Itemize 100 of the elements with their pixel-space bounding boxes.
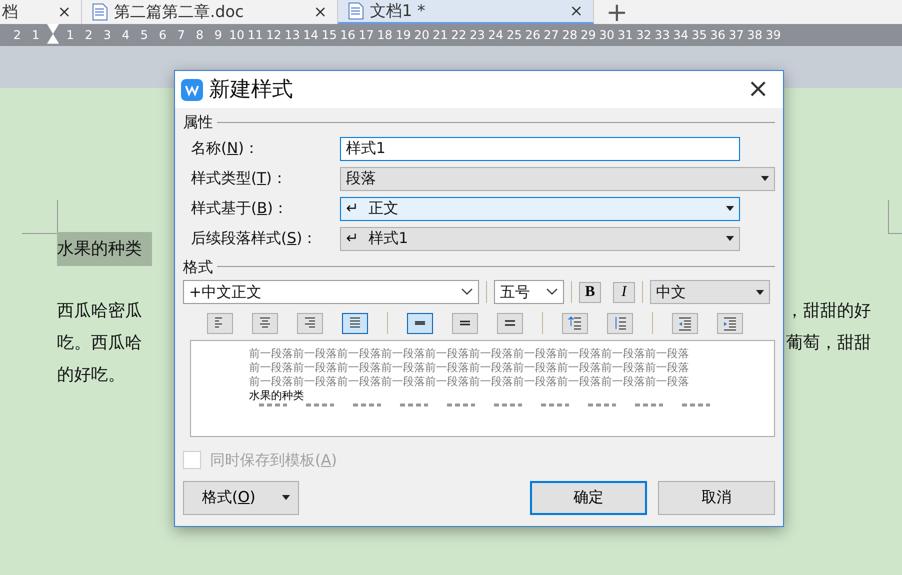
ruler-number: 32 — [635, 27, 652, 44]
indent-decrease-button[interactable] — [672, 312, 698, 334]
ruler-number: 3 — [102, 27, 112, 44]
ruler-number: 23 — [468, 27, 486, 44]
section-heading: 属性 — [183, 112, 213, 133]
align-center-button[interactable] — [252, 312, 278, 334]
ruler-number: 1 — [30, 27, 41, 44]
ruler-number: 37 — [728, 27, 745, 44]
indent-icon — [677, 315, 693, 331]
paragraph-text: ，甜甜的好 — [786, 300, 871, 323]
paragraph-text: 吃。西瓜哈 — [57, 332, 142, 355]
align-left-button[interactable] — [207, 312, 233, 334]
font-dropdown[interactable]: +中文正文 — [183, 280, 479, 304]
spacing-double-button[interactable] — [497, 312, 523, 334]
section-heading: 格式 — [183, 256, 213, 278]
field-label: 名称(N)： — [191, 138, 260, 160]
space-increase-button[interactable] — [562, 312, 588, 334]
align-right-button[interactable] — [297, 312, 323, 334]
ruler-number: 14 — [302, 27, 320, 44]
ruler-number: 19 — [394, 27, 412, 44]
ruler-number: 25 — [506, 27, 523, 44]
document-icon — [92, 3, 108, 21]
field-value: 样式1 — [346, 138, 386, 160]
new-tab-button[interactable]: + — [606, 2, 628, 24]
ruler-number: 4 — [120, 27, 131, 44]
cancel-button[interactable]: 取消 — [658, 480, 775, 514]
ruler-number: 10 — [228, 27, 246, 44]
field-value: +中文正文 — [189, 282, 262, 303]
ruler-number: 2 — [84, 27, 94, 44]
chevron-icon — [461, 288, 473, 296]
caret-icon — [756, 290, 764, 294]
ruler-number: 35 — [690, 27, 708, 44]
tab-label: 第二篇第二章.doc — [114, 2, 244, 22]
ruler-number: 11 — [246, 27, 264, 44]
ruler-number: 39 — [764, 27, 782, 44]
ruler-number: 36 — [709, 27, 726, 44]
ruler-number: 20 — [413, 27, 430, 44]
ruler-number: 30 — [598, 27, 616, 44]
document-tab[interactable]: 文档1 * × — [338, 0, 594, 24]
input-field[interactable]: 样式1 — [340, 136, 740, 160]
field-value: 五号 — [500, 282, 530, 303]
ruler-number: 22 — [450, 27, 468, 44]
ruler-number: 21 — [432, 27, 449, 44]
preview-text: 前一段落前一段落前一段落前一段落前一段落前一段落前一段落前一段落前一段落前一段落 — [249, 375, 690, 389]
preview-text: 前一段落前一段落前一段落前一段落前一段落前一段落前一段落前一段落前一段落前一段落 — [249, 361, 690, 375]
tab-label: 档 — [2, 2, 18, 22]
ruler-number: 16 — [339, 27, 356, 44]
italic-button[interactable]: I — [613, 282, 635, 302]
ruler-number: 8 — [194, 27, 205, 44]
dropdown[interactable]: ↵ 正文 — [340, 196, 740, 220]
caret-icon — [726, 236, 734, 241]
script-dropdown[interactable]: 中文 — [650, 280, 770, 304]
field-label: 后续段落样式(S)： — [191, 228, 318, 250]
ruler-number: 24 — [487, 27, 504, 44]
dropdown[interactable]: ↵ 样式1 — [340, 226, 740, 250]
field-value: 样式1 — [368, 228, 408, 250]
field-value: 正文 — [368, 198, 399, 220]
bold-button[interactable]: B — [579, 282, 601, 302]
caret-icon — [726, 206, 734, 211]
paragraph-text: 葡萄，甜甜 — [786, 332, 871, 355]
ruler-number: 31 — [616, 27, 634, 44]
ruler-number: 18 — [376, 27, 394, 44]
format-menu-button[interactable]: 格式(O) — [183, 480, 299, 514]
preview-sample: 水果的种类 — [249, 389, 305, 403]
caret-icon — [282, 495, 290, 500]
indent-increase-button[interactable] — [717, 312, 743, 334]
ok-button[interactable]: 确定 — [530, 480, 647, 514]
dropdown[interactable]: 段落 — [340, 166, 775, 190]
return-mark: ↵ — [346, 198, 359, 220]
ruler-number: 26 — [524, 27, 542, 44]
ruler-number: 12 — [265, 27, 282, 44]
space-decrease-button[interactable] — [607, 312, 633, 334]
field-value: 中文 — [656, 282, 686, 303]
ruler-number: 2 — [12, 27, 22, 44]
document-heading: 水果的种类 — [57, 232, 152, 266]
field-label: 样式类型(T)： — [191, 168, 288, 190]
paragraph-text: 西瓜哈密瓜 — [57, 300, 142, 323]
ruler-number: 1 — [65, 27, 76, 44]
checkbox-label: 同时保存到模板(A) — [210, 450, 337, 471]
ruler-number: 15 — [320, 27, 338, 44]
spacing-single-button[interactable] — [407, 312, 433, 334]
size-dropdown[interactable]: 五号 — [494, 280, 564, 304]
ruler-number: 34 — [672, 27, 690, 44]
ruler-number: 38 — [746, 27, 764, 44]
document-icon — [348, 2, 364, 20]
chevron-icon — [546, 288, 558, 296]
indent-marker[interactable] — [47, 24, 59, 46]
ruler-number: 7 — [176, 27, 186, 44]
align-justify-button[interactable] — [342, 312, 368, 334]
close-button[interactable]: × — [747, 70, 769, 109]
ruler-number: 5 — [139, 27, 150, 44]
indent-icon — [722, 315, 738, 331]
ruler-number: 28 — [561, 27, 578, 44]
field-value: 段落 — [346, 168, 376, 190]
tab-label: 文档1 * — [370, 1, 426, 21]
ruler-number: 29 — [580, 27, 597, 44]
spacing-one-half-button[interactable] — [452, 312, 478, 334]
preview-text: 前一段落前一段落前一段落前一段落前一段落前一段落前一段落前一段落前一段落前一段落 — [249, 347, 690, 361]
field-label: 样式基于(B)： — [191, 198, 290, 220]
app-logo-icon — [181, 78, 203, 100]
